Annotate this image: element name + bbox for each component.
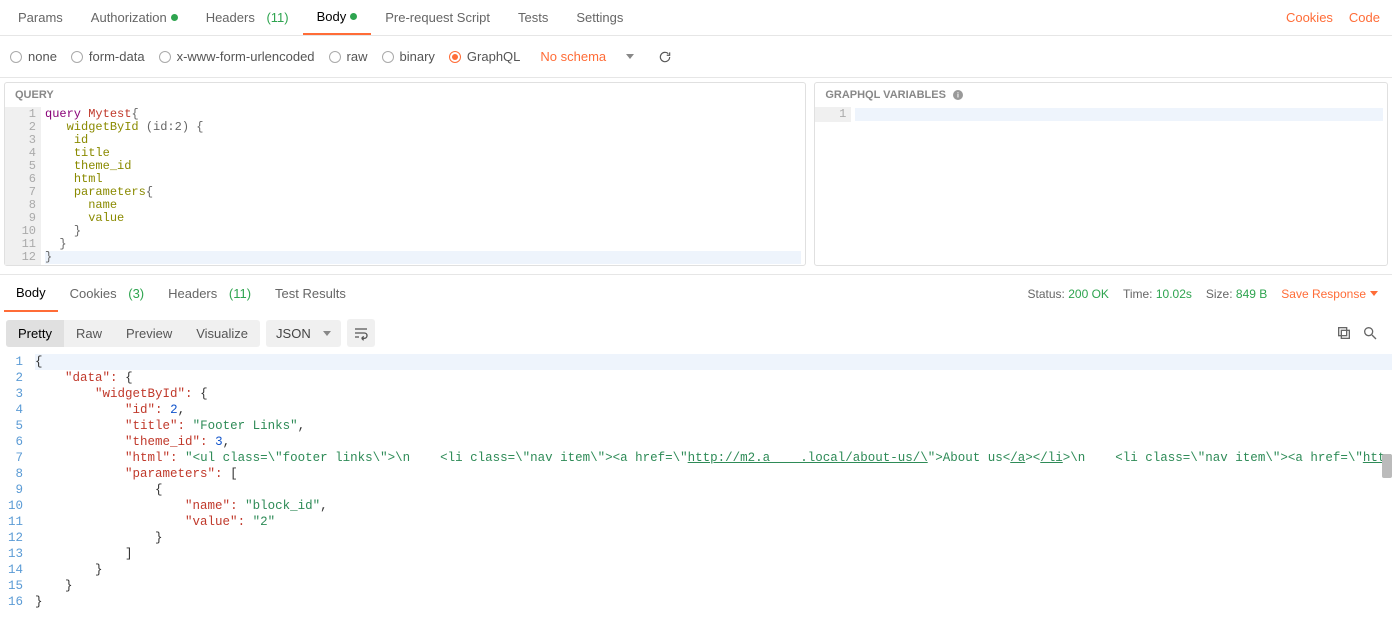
body-type-xwww[interactable]: x-www-form-urlencoded [159,49,315,64]
wrap-toggle[interactable] [347,319,375,347]
tab-tests[interactable]: Tests [504,0,562,35]
query-gutter: 123456789101112 [5,107,41,265]
query-editor[interactable]: 123456789101112 query Mytest{ widgetById… [5,107,805,265]
refresh-icon[interactable] [658,50,672,64]
body-type-binary[interactable]: binary [382,49,435,64]
resp-headers-count: (11) [229,286,251,301]
variables-editor[interactable]: 1 [815,107,1387,122]
tab-settings[interactable]: Settings [562,0,637,35]
scrollbar-thumb[interactable] [1382,454,1392,478]
response-tab-body[interactable]: Body [4,275,58,312]
view-visualize[interactable]: Visualize [184,320,260,347]
variables-code[interactable] [851,107,1387,122]
info-icon: i [952,89,964,101]
variables-gutter: 1 [815,107,851,122]
response-tab-cookies[interactable]: Cookies (3) [58,275,156,312]
search-icon[interactable] [1362,325,1378,341]
response-body[interactable]: 12345678910111213141516 { "data": { "wid… [0,354,1392,610]
response-tab-headers[interactable]: Headers (11) [156,275,263,312]
cookies-link[interactable]: Cookies [1278,10,1341,25]
format-select[interactable]: JSON [266,320,341,347]
view-raw[interactable]: Raw [64,320,114,347]
code-link[interactable]: Code [1341,10,1388,25]
query-code[interactable]: query Mytest{ widgetById (id:2) { id tit… [41,107,805,265]
copy-icon[interactable] [1336,325,1352,341]
svg-text:i: i [957,93,959,100]
body-type-formdata[interactable]: form-data [71,49,145,64]
response-tabs: Body Cookies (3) Headers (11) Test Resul… [0,274,1392,312]
status-dot-icon [350,13,357,20]
body-type-none[interactable]: none [10,49,57,64]
wrap-icon [353,325,369,341]
view-mode-group: Pretty Raw Preview Visualize [6,320,260,347]
variables-panel-title: GRAPHQL VARIABLES i [815,83,1387,107]
chevron-down-icon [1370,291,1378,296]
status-value: 200 OK [1068,287,1109,301]
view-preview[interactable]: Preview [114,320,184,347]
tab-authorization[interactable]: Authorization [77,0,192,35]
chevron-down-icon[interactable] [626,54,634,59]
schema-label: No schema [540,49,606,64]
response-tab-testresults[interactable]: Test Results [263,275,358,312]
tab-body[interactable]: Body [303,0,372,35]
time-value: 10.02s [1156,287,1192,301]
radio-icon [329,51,341,63]
response-toolbar: Pretty Raw Preview Visualize JSON [0,312,1392,354]
response-meta: Status: 200 OK Time: 10.02s Size: 849 B … [1028,287,1388,301]
body-type-row: none form-data x-www-form-urlencoded raw… [0,36,1392,78]
tab-headers[interactable]: Headers (11) [192,0,303,35]
cookies-count: (3) [128,286,144,301]
radio-icon [382,51,394,63]
radio-icon [10,51,22,63]
view-pretty[interactable]: Pretty [6,320,64,347]
chevron-down-icon [323,331,331,336]
response-code-lines[interactable]: { "data": { "widgetById": { "id": 2, "ti… [31,354,1392,610]
body-type-graphql[interactable]: GraphQL [449,49,520,64]
radio-icon [159,51,171,63]
query-panel-title: QUERY [5,83,805,107]
radio-icon [449,51,461,63]
headers-count: (11) [266,10,288,25]
query-panel: QUERY 123456789101112 query Mytest{ widg… [4,82,806,266]
response-gutter: 12345678910111213141516 [0,354,31,610]
radio-icon [71,51,83,63]
save-response-button[interactable]: Save Response [1281,287,1378,301]
request-tabs: Params Authorization Headers (11) Body P… [0,0,1392,36]
tab-params[interactable]: Params [4,0,77,35]
status-dot-icon [171,14,178,21]
body-type-raw[interactable]: raw [329,49,368,64]
variables-panel: GRAPHQL VARIABLES i 1 [814,82,1388,266]
size-value: 849 B [1236,287,1267,301]
tab-prerequest[interactable]: Pre-request Script [371,0,504,35]
